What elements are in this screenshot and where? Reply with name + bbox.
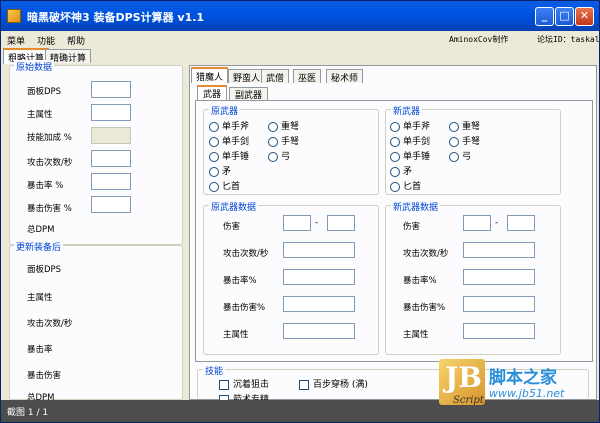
crit-damage-input[interactable] <box>91 196 131 213</box>
new-radio-hand-crossbow[interactable]: 手弩 <box>449 134 480 147</box>
panel-dps-label: 面板DPS <box>27 87 62 97</box>
status-text: 截图 1 / 1 <box>7 408 49 418</box>
new-radio-mace[interactable]: 单手锤 <box>390 149 430 162</box>
new-damage-min-input[interactable] <box>463 215 491 231</box>
tab-wizard[interactable]: 秘术师 <box>326 69 364 84</box>
orig-radio-dagger[interactable]: 匕首 <box>209 179 240 192</box>
total-dpm-label: 总DPM <box>27 225 55 235</box>
orig-radio-axe[interactable]: 单手斧 <box>209 119 249 132</box>
skill-sharpshooter-checkbox[interactable]: 百步穿杨 (满) <box>299 377 368 390</box>
app-window: 暗黑破坏神3 装备DPS计算器 v1.1 _ □ ✕ 菜单 功能 帮助 Amin… <box>0 0 600 423</box>
orig-radio-sword[interactable]: 单手剑 <box>209 134 249 147</box>
app-icon <box>7 9 21 23</box>
new-radio-heavy-crossbow[interactable]: 重弩 <box>449 119 480 132</box>
orig-crit-rate-input[interactable] <box>283 269 355 285</box>
orig-radio-heavy-crossbow[interactable]: 重弩 <box>268 119 299 132</box>
new-crit-damage-label: 暴击伤害% <box>403 303 446 313</box>
new-panel-dps-label: 面板DPS <box>27 265 62 275</box>
tab-demon-hunter[interactable]: 猎魔人 <box>191 67 229 83</box>
new-radio-bow[interactable]: 弓 <box>449 149 471 162</box>
orig-radio-spear[interactable]: 矛 <box>209 164 231 177</box>
new-weapon-title: 新武器 <box>391 104 423 117</box>
menu-main[interactable]: 菜单 <box>7 34 25 47</box>
tab-barbarian[interactable]: 野蛮人 <box>228 69 266 84</box>
original-weapon-title: 原武器 <box>209 104 241 117</box>
watermark-url: www.jb51.net <box>489 387 565 400</box>
new-radio-dagger[interactable]: 匕首 <box>390 179 421 192</box>
forum-id: 论坛ID：taskal <box>537 35 600 44</box>
orig-radio-bow[interactable]: 弓 <box>268 149 290 162</box>
orig-radio-mace[interactable]: 单手锤 <box>209 149 249 162</box>
new-main-stat-input[interactable] <box>463 323 535 339</box>
crit-rate-input[interactable] <box>91 173 131 190</box>
new-radio-sword[interactable]: 单手剑 <box>390 134 430 147</box>
orig-crit-rate-label: 暴击率% <box>223 276 257 286</box>
new-attack-speed-label: 攻击次数/秒 <box>403 249 449 259</box>
skill-bonus-input <box>91 127 131 144</box>
title-bar[interactable]: 暗黑破坏神3 装备DPS计算器 v1.1 _ □ ✕ <box>1 1 599 31</box>
menu-function[interactable]: 功能 <box>37 34 55 47</box>
maximize-button[interactable]: □ <box>555 7 574 26</box>
minimize-button[interactable]: _ <box>535 7 554 26</box>
orig-main-stat-input[interactable] <box>283 323 355 339</box>
new-attack-speed-label: 攻击次数/秒 <box>27 319 73 329</box>
skills-title: 技能 <box>203 364 226 377</box>
orig-main-stat-label: 主属性 <box>223 330 249 340</box>
close-button[interactable]: ✕ <box>575 7 594 26</box>
main-stat-label: 主属性 <box>27 110 53 120</box>
skill-bonus-label: 技能加成 % <box>27 133 72 143</box>
new-attack-speed-input[interactable] <box>463 242 535 258</box>
new-crit-rate-label: 暴击率 <box>27 345 53 355</box>
panel-dps-input[interactable] <box>91 81 131 98</box>
orig-damage-max-input[interactable] <box>327 215 355 231</box>
orig-damage-dash: - <box>315 218 319 228</box>
new-crit-rate-label: 暴击率% <box>403 276 437 286</box>
attack-speed-label: 攻击次数/秒 <box>27 158 73 168</box>
main-stat-input[interactable] <box>91 104 131 121</box>
tab-monk[interactable]: 武僧 <box>261 69 290 84</box>
orig-attack-speed-label: 攻击次数/秒 <box>223 249 269 259</box>
after-update-title: 更新装备后 <box>14 240 64 253</box>
new-main-stat-label: 主属性 <box>27 293 53 303</box>
new-damage-max-input[interactable] <box>507 215 535 231</box>
new-weapon-data-title: 新武器数据 <box>391 200 441 213</box>
new-damage-label: 伤害 <box>403 222 421 232</box>
new-crit-damage-input[interactable] <box>463 296 535 312</box>
new-crit-damage-label: 暴击伤害 <box>27 371 62 381</box>
author-credit: AminoxCov制作 <box>449 35 509 44</box>
tab-offhand[interactable]: 副武器 <box>229 87 269 101</box>
original-data-title: 原始数据 <box>14 60 55 73</box>
tab-weapon[interactable]: 武器 <box>197 85 228 100</box>
orig-crit-damage-input[interactable] <box>283 296 355 312</box>
menu-bar: 菜单 功能 帮助 AminoxCov制作 论坛ID：taskal <box>1 31 600 48</box>
orig-radio-hand-crossbow[interactable]: 手弩 <box>268 134 299 147</box>
site-watermark: JB Script 脚本之家 www.jb51.net <box>439 359 597 407</box>
original-weapon-data-title: 原武器数据 <box>209 200 259 213</box>
orig-damage-label: 伤害 <box>223 222 241 232</box>
window-title: 暗黑破坏神3 装备DPS计算器 v1.1 <box>27 11 205 24</box>
orig-attack-speed-input[interactable] <box>283 242 355 258</box>
new-damage-dash: - <box>495 218 499 228</box>
orig-crit-damage-label: 暴击伤害% <box>223 303 266 313</box>
new-main-stat-label: 主属性 <box>403 330 429 340</box>
new-radio-spear[interactable]: 矛 <box>390 164 412 177</box>
skill-steady-aim-checkbox[interactable]: 沉着狙击 <box>219 377 269 390</box>
crit-damage-label: 暴击伤害 % <box>27 204 72 214</box>
new-crit-rate-input[interactable] <box>463 269 535 285</box>
watermark-script-text: Script <box>453 395 484 406</box>
orig-damage-min-input[interactable] <box>283 215 311 231</box>
menu-help[interactable]: 帮助 <box>67 34 85 47</box>
tab-witch-doctor[interactable]: 巫医 <box>293 69 322 84</box>
attack-speed-input[interactable] <box>91 150 131 167</box>
watermark-site-name: 脚本之家 <box>489 368 557 388</box>
new-radio-axe[interactable]: 单手斧 <box>390 119 430 132</box>
crit-rate-label: 暴击率 % <box>27 181 64 191</box>
